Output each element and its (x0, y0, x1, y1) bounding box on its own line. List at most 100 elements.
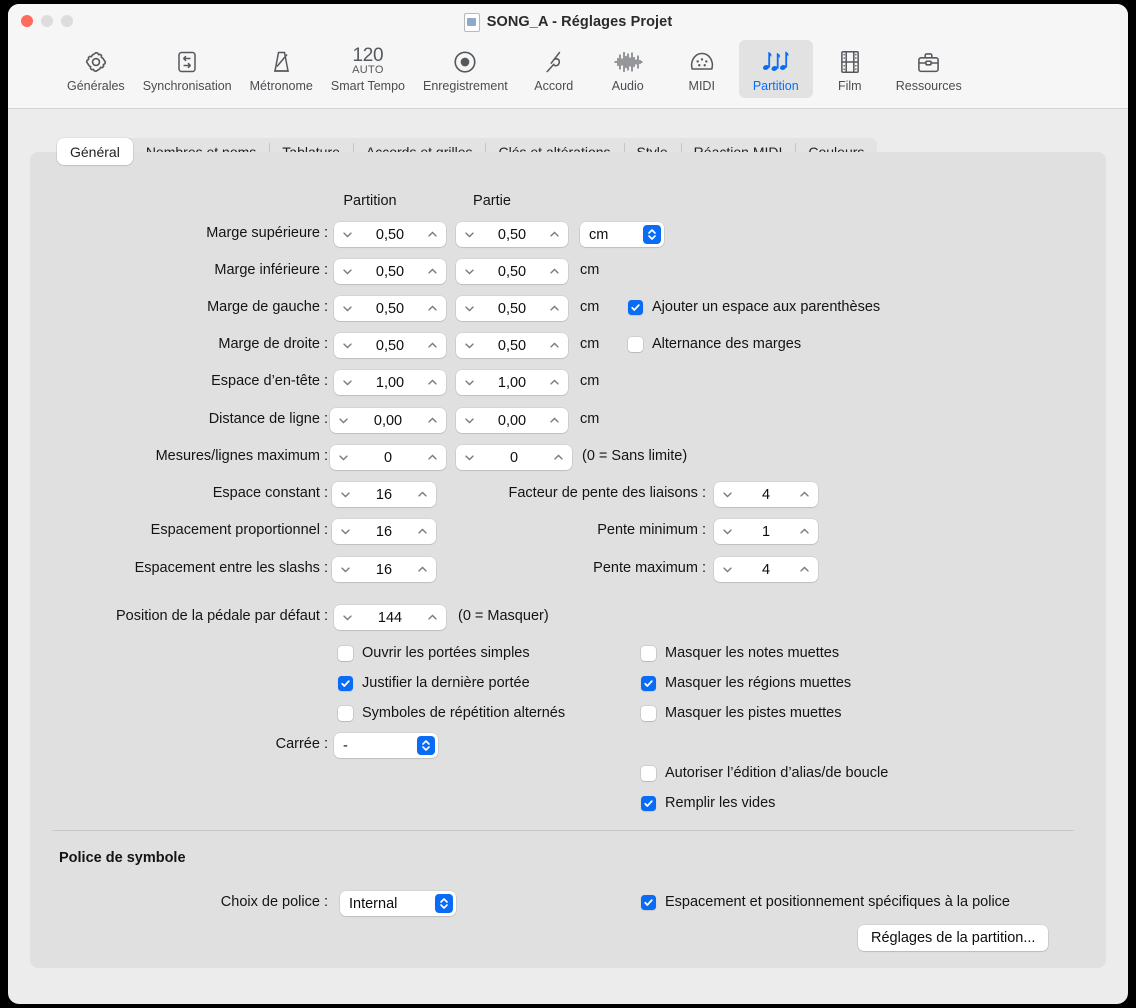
chevron-up-icon[interactable] (417, 526, 428, 537)
chevron-down-icon[interactable] (464, 415, 475, 426)
font-choice-popup[interactable]: Internal (340, 891, 456, 916)
chevron-down-icon[interactable] (464, 340, 475, 351)
stepper-pente-maximum[interactable]: 4 (714, 557, 818, 582)
checkbox-row-autoriser-edition-alias[interactable]: Autoriser l’édition d’alias/de boucle (641, 765, 888, 781)
checkbox-ajouter-espace-parentheses[interactable] (628, 299, 643, 315)
chevron-up-icon[interactable] (799, 489, 810, 500)
chevron-down-icon[interactable] (342, 377, 353, 388)
chevron-up-icon[interactable] (549, 266, 560, 277)
chevron-up-icon[interactable] (427, 377, 438, 388)
chevron-up-icon[interactable] (549, 229, 560, 240)
toolbar-item-generales[interactable]: Générales (58, 40, 134, 98)
chevron-up-icon[interactable] (549, 415, 560, 426)
checkbox-masquer-pistes-muettes[interactable] (641, 705, 656, 721)
tab-general[interactable]: Général (57, 138, 133, 165)
chevron-up-icon[interactable] (799, 526, 810, 537)
chevron-up-icon[interactable] (427, 452, 438, 463)
stepper-position-pedale[interactable]: 144 (334, 605, 446, 630)
stepper-distance-de-ligne-partition[interactable]: 0,00 (330, 408, 446, 433)
stepper-marge-droite-partition[interactable]: 0,50 (334, 333, 446, 358)
stepper-marge-gauche-partie[interactable]: 0,50 (456, 296, 568, 321)
chevron-up-icon[interactable] (549, 340, 560, 351)
stepper-pente-minimum[interactable]: 1 (714, 519, 818, 544)
chevron-up-icon[interactable] (799, 564, 810, 575)
chevron-down-icon[interactable] (340, 489, 351, 500)
chevron-up-icon[interactable] (549, 303, 560, 314)
checkbox-row-masquer-regions-muettes[interactable]: Masquer les régions muettes (641, 675, 851, 691)
checkbox-masquer-regions-muettes[interactable] (641, 675, 656, 691)
checkbox-row-alternance-des-marges[interactable]: Alternance des marges (628, 336, 801, 352)
checkbox-row-espacement-specifique-police[interactable]: Espacement et positionnement spécifiques… (641, 894, 1010, 910)
toolbar-item-smart-tempo[interactable]: 120 AUTO Smart Tempo (322, 40, 414, 98)
checkbox-autoriser-edition-alias[interactable] (641, 765, 656, 781)
stepper-espacement-proportionnel[interactable]: 16 (332, 519, 436, 544)
stepper-marge-superieure-partie[interactable]: 0,50 (456, 222, 568, 247)
toolbar-item-midi[interactable]: MIDI (665, 40, 739, 98)
chevron-down-icon[interactable] (338, 452, 349, 463)
toolbar-item-accord[interactable]: Accord (517, 40, 591, 98)
chevron-down-icon[interactable] (342, 266, 353, 277)
checkbox-masquer-notes-muettes[interactable] (641, 645, 656, 661)
carree-popup[interactable]: - (334, 733, 438, 758)
checkbox-row-masquer-notes-muettes[interactable]: Masquer les notes muettes (641, 645, 839, 661)
chevron-down-icon[interactable] (722, 489, 733, 500)
toolbar-item-synchronisation[interactable]: Synchronisation (134, 40, 241, 98)
chevron-down-icon[interactable] (464, 303, 475, 314)
stepper-marge-droite-partie[interactable]: 0,50 (456, 333, 568, 358)
stepper-mesures-lignes-maximum-partition[interactable]: 0 (330, 445, 446, 470)
stepper-espace-en-tete-partition[interactable]: 1,00 (334, 370, 446, 395)
chevron-down-icon[interactable] (464, 229, 475, 240)
stepper-facteur-pente-liaisons[interactable]: 4 (714, 482, 818, 507)
chevron-up-icon[interactable] (417, 564, 428, 575)
chevron-up-icon[interactable] (427, 612, 438, 623)
chevron-up-icon[interactable] (427, 229, 438, 240)
chevron-down-icon[interactable] (464, 377, 475, 388)
chevron-up-icon[interactable] (427, 415, 438, 426)
chevron-down-icon[interactable] (342, 229, 353, 240)
toolbar-item-audio[interactable]: Audio (591, 40, 665, 98)
chevron-up-icon[interactable] (417, 489, 428, 500)
chevron-up-icon[interactable] (549, 377, 560, 388)
stepper-marge-superieure-partition[interactable]: 0,50 (334, 222, 446, 247)
checkbox-row-justifier-derniere-portee[interactable]: Justifier la dernière portée (338, 675, 530, 691)
checkbox-row-ouvrir-portees-simples[interactable]: Ouvrir les portées simples (338, 645, 530, 661)
toolbar-item-metronome[interactable]: Métronome (241, 40, 322, 98)
chevron-down-icon[interactable] (342, 340, 353, 351)
stepper-marge-inferieure-partie[interactable]: 0,50 (456, 259, 568, 284)
chevron-down-icon[interactable] (342, 612, 353, 623)
chevron-down-icon[interactable] (722, 564, 733, 575)
checkbox-ouvrir-portees-simples[interactable] (338, 645, 353, 661)
toolbar-item-enregistrement[interactable]: Enregistrement (414, 40, 517, 98)
chevron-down-icon[interactable] (464, 452, 475, 463)
stepper-espace-en-tete-partie[interactable]: 1,00 (456, 370, 568, 395)
chevron-up-icon[interactable] (427, 266, 438, 277)
toolbar-item-film[interactable]: Film (813, 40, 887, 98)
stepper-espace-constant[interactable]: 16 (332, 482, 436, 507)
checkbox-symboles-repetition-alternes[interactable] (338, 705, 353, 721)
checkbox-row-masquer-pistes-muettes[interactable]: Masquer les pistes muettes (641, 705, 842, 721)
checkbox-row-remplir-les-vides[interactable]: Remplir les vides (641, 795, 775, 811)
chevron-down-icon[interactable] (342, 303, 353, 314)
toolbar-item-ressources[interactable]: Ressources (887, 40, 971, 98)
toolbar-item-partition[interactable]: Partition (738, 40, 813, 98)
stepper-distance-de-ligne-partie[interactable]: 0,00 (456, 408, 568, 433)
stepper-marge-gauche-partition[interactable]: 0,50 (334, 296, 446, 321)
checkbox-alternance-des-marges[interactable] (628, 336, 643, 352)
stepper-espacement-slashs[interactable]: 16 (332, 557, 436, 582)
chevron-up-icon[interactable] (427, 340, 438, 351)
score-settings-button[interactable]: Réglages de la partition... (858, 925, 1049, 951)
checkbox-row-ajouter-espace-parentheses[interactable]: Ajouter un espace aux parenthèses (628, 299, 880, 315)
checkbox-espacement-specifique-police[interactable] (641, 894, 656, 910)
stepper-marge-inferieure-partition[interactable]: 0,50 (334, 259, 446, 284)
unit-popup[interactable]: cm (580, 222, 664, 247)
chevron-down-icon[interactable] (464, 266, 475, 277)
stepper-mesures-lignes-maximum-partie[interactable]: 0 (456, 445, 572, 470)
chevron-down-icon[interactable] (722, 526, 733, 537)
chevron-down-icon[interactable] (338, 415, 349, 426)
chevron-up-icon[interactable] (553, 452, 564, 463)
chevron-up-icon[interactable] (427, 303, 438, 314)
chevron-down-icon[interactable] (340, 526, 351, 537)
chevron-down-icon[interactable] (340, 564, 351, 575)
checkbox-justifier-derniere-portee[interactable] (338, 675, 353, 691)
checkbox-remplir-les-vides[interactable] (641, 795, 656, 811)
